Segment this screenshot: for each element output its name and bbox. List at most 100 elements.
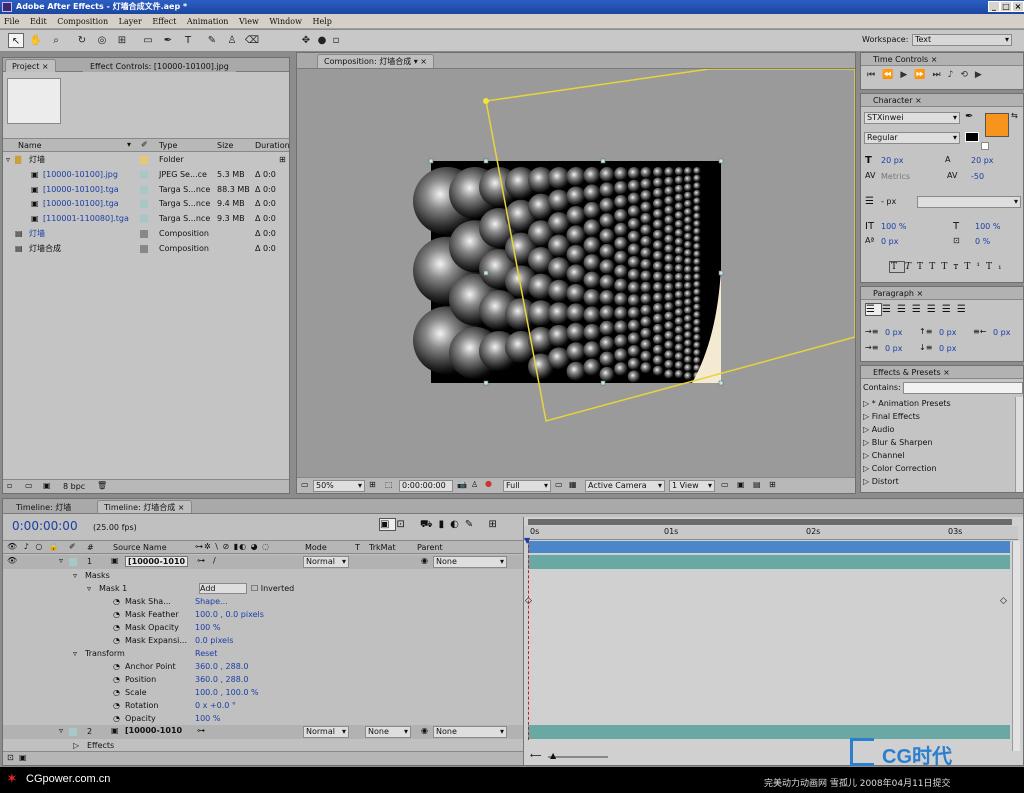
graph-editor-icon[interactable]: ✎ [465, 519, 479, 530]
shy-icon[interactable]: ⛟ [420, 519, 439, 530]
fast-previews-icon[interactable]: ▣ [737, 480, 745, 489]
eyedropper-icon[interactable]: ✒ [965, 111, 973, 122]
menu-window[interactable]: Window [265, 14, 306, 29]
new-folder-icon[interactable]: ▭ [25, 481, 33, 490]
play-icon[interactable]: ▶ [900, 70, 914, 80]
keyframe-end[interactable]: ◇ [1000, 596, 1007, 606]
flowchart-icon[interactable]: ⊞ [769, 480, 776, 489]
label-swatch[interactable] [69, 558, 77, 566]
tracking-value[interactable]: -50 [971, 172, 984, 181]
menu-composition[interactable]: Composition [53, 14, 112, 29]
layer-handle[interactable] [718, 270, 724, 276]
justify-left-icon[interactable]: ☰ [912, 304, 927, 315]
minimize-button[interactable]: _ [988, 1, 1000, 12]
font-size-value[interactable]: 20 px [881, 156, 904, 165]
stroke-width-value[interactable]: - px [881, 197, 896, 206]
layer-handle[interactable] [718, 380, 724, 386]
property-value[interactable]: 100 % [195, 712, 220, 725]
layer-duration-bar-2[interactable] [528, 725, 1010, 739]
list-item[interactable]: ▷ Audio [861, 423, 1015, 436]
label-swatch[interactable] [69, 728, 77, 736]
indent-first-value[interactable]: 0 px [885, 344, 902, 353]
shy-switch-icon[interactable]: ⊶ [197, 726, 205, 735]
no-fill-swatch[interactable] [981, 142, 989, 150]
stopwatch-icon[interactable]: ◔ [113, 660, 120, 673]
stopwatch-icon[interactable]: ◔ [113, 712, 120, 725]
camera-select[interactable]: Active Camera [585, 480, 665, 492]
property-row[interactable]: ◔ Position 360.0 , 288.0 [3, 673, 523, 686]
all-caps-button[interactable]: TT [917, 262, 941, 272]
motion-blur-icon[interactable]: ◐ [450, 519, 465, 530]
property-row[interactable]: ◔ Anchor Point 360.0 , 288.0 [3, 660, 523, 673]
vertical-scale-value[interactable]: 100 % [881, 222, 906, 231]
tab-project[interactable]: Project × [5, 59, 56, 72]
comp-viewport[interactable] [297, 69, 855, 475]
clone-stamp-tool-icon[interactable]: ♙ [224, 33, 240, 48]
list-item[interactable]: ▷ Color Correction [861, 462, 1015, 475]
layer-handle[interactable] [428, 158, 434, 164]
work-area-bar[interactable] [528, 519, 1012, 525]
visibility-icon[interactable]: 👁 [7, 556, 17, 565]
ram-preview-icon[interactable]: ▶ [975, 70, 989, 80]
zoom-handle[interactable]: ▲ [550, 751, 556, 760]
property-row[interactable]: ◔ Mask Sha... Shape... [3, 595, 523, 608]
rectangle-mask-tool-icon[interactable]: ▭ [140, 33, 156, 48]
align-right-icon[interactable]: ☰ [897, 304, 912, 315]
list-item[interactable]: ▿ ▇ 灯墙 Folder ⊞ [3, 153, 289, 167]
font-style-select[interactable]: Regular [864, 132, 960, 144]
twirl-icon[interactable]: ▿ [73, 647, 77, 660]
menu-animation[interactable]: Animation [183, 14, 233, 29]
list-item[interactable]: ▷ Channel [861, 449, 1015, 462]
mode-select[interactable]: Normal [303, 556, 349, 568]
orbit-camera-icon[interactable]: ◎ [94, 33, 110, 48]
menu-layer[interactable]: Layer [115, 14, 146, 29]
loop-icon[interactable]: ⟲ [960, 70, 975, 80]
tab-timeline-1[interactable]: Timeline: 灯墙 [9, 500, 79, 513]
next-frame-icon[interactable]: ⏩ [914, 70, 932, 80]
stopwatch-icon[interactable]: ◔ [113, 686, 120, 699]
zoom-select[interactable]: 50% [313, 480, 365, 492]
layer-row-2[interactable]: ▿ 2 ▣ [10000-1010 ⊶ Normal None ◉ None [3, 725, 523, 739]
tab-timeline-2[interactable]: Timeline: 灯墙合成 × [97, 500, 192, 513]
col-duration[interactable]: Duration [255, 141, 290, 150]
workspace-select[interactable]: Text [912, 34, 1012, 46]
superscript-button[interactable]: T¹ [964, 262, 986, 272]
parent-select[interactable]: None [433, 726, 507, 738]
property-value[interactable]: Reset [195, 647, 217, 660]
tab-effect-controls[interactable]: Effect Controls: [10000-10100].jpg [83, 59, 236, 72]
stopwatch-icon[interactable]: ◔ [113, 699, 120, 712]
space-after-value[interactable]: 0 px [939, 344, 956, 353]
work-area-range[interactable] [528, 541, 1010, 553]
type-tool-icon[interactable]: T [180, 33, 196, 48]
list-item[interactable]: ▣ [10000-10100].jpg JPEG Se...ce 5.3 MB … [3, 168, 289, 182]
list-item[interactable]: ▣ [10000-10100].tga Targa S...nce 88.3 M… [3, 183, 289, 197]
close-button[interactable]: × [1012, 1, 1024, 12]
hand-tool-icon[interactable]: ✋ [28, 33, 44, 48]
twirl-icon[interactable]: ▿ [73, 569, 77, 582]
live-update-icon[interactable]: ▣ [379, 518, 397, 531]
new-comp-icon[interactable]: ▣ [43, 481, 51, 490]
stroke-color-swatch[interactable] [965, 132, 979, 142]
faux-italic-button[interactable]: T [905, 262, 917, 272]
property-row[interactable]: ◔ Mask Opacity 100 % [3, 621, 523, 634]
layer-name[interactable]: [10000-1010 [125, 556, 189, 567]
property-row[interactable]: ◔ Rotation 0 x +0.0 ° [3, 699, 523, 712]
col-size[interactable]: Size [217, 141, 233, 150]
mask-view-icon[interactable]: ⬚ [385, 480, 393, 489]
always-preview-icon[interactable]: ▭ [301, 480, 309, 489]
prev-frame-icon[interactable]: ⏪ [882, 70, 900, 80]
property-value[interactable]: 0.0 pixels [195, 634, 233, 647]
trash-icon[interactable]: 🗑 [97, 481, 107, 490]
layer-handle[interactable] [600, 380, 606, 386]
resolution-select[interactable]: Full [503, 480, 551, 492]
property-value[interactable]: 100.0 , 0.0 pixels [195, 608, 264, 621]
bpc-label[interactable]: 8 bpc [63, 482, 85, 491]
channel-icon[interactable]: ● [485, 479, 492, 488]
layer-row-1[interactable]: 👁 ▿ 1 ▣ [10000-1010 ⊶ / Normal ◉ None [3, 555, 523, 569]
show-snapshot-icon[interactable]: ♙ [471, 480, 478, 489]
align-center-icon[interactable]: ☰ [882, 304, 897, 315]
indent-left-value[interactable]: 0 px [885, 328, 902, 337]
brush-tool-icon[interactable]: ✎ [204, 33, 220, 48]
stopwatch-icon[interactable]: ◔ [113, 673, 120, 686]
menu-effect[interactable]: Effect [148, 14, 180, 29]
